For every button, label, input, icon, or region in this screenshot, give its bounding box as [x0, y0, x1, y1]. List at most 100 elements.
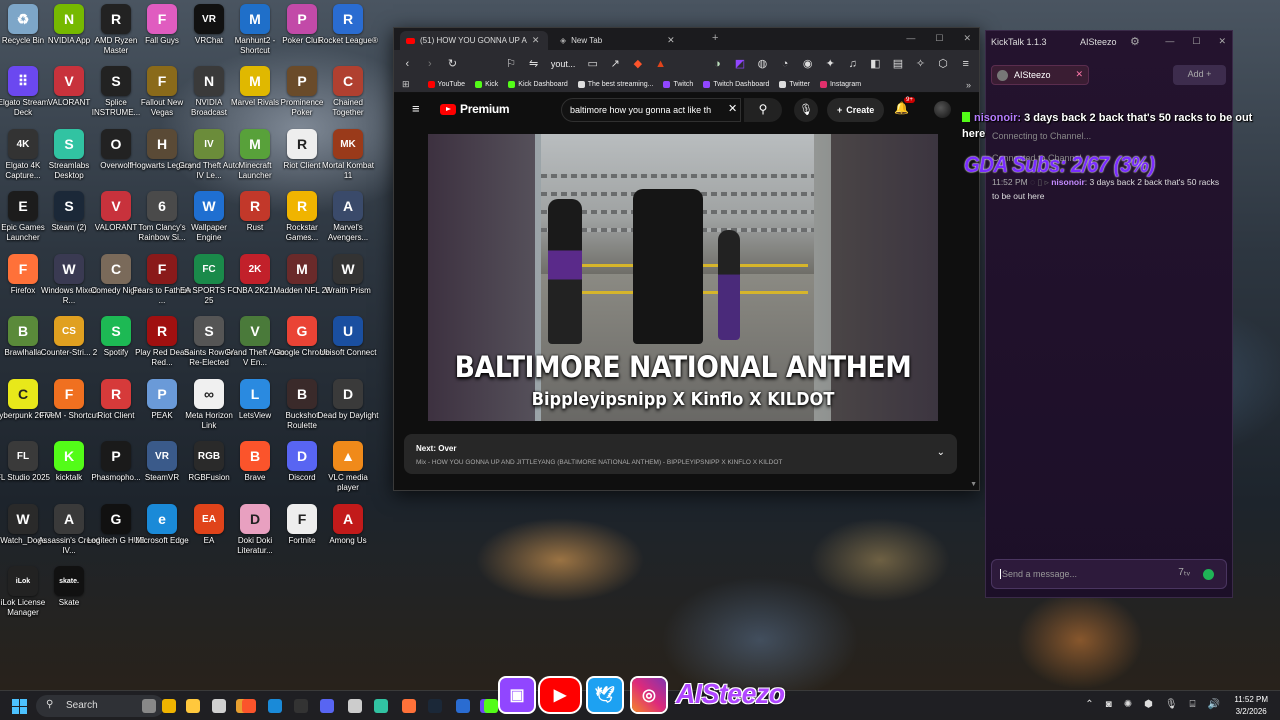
- channel-tab[interactable]: AISteezo ✕: [991, 65, 1089, 85]
- sidebar-icon[interactable]: ◧: [870, 57, 881, 70]
- taskbar-app-icon[interactable]: [348, 699, 362, 713]
- taskbar-app-icon[interactable]: [294, 699, 308, 713]
- bookmark-item[interactable]: The best streaming...: [577, 81, 653, 88]
- cast-icon[interactable]: ▭: [587, 57, 598, 70]
- bookmark-item[interactable]: Twitch Dashboard: [703, 81, 769, 88]
- taskbar-app-icon[interactable]: [162, 699, 176, 713]
- volume-icon[interactable]: 🔊: [1208, 699, 1220, 710]
- desktop-icon[interactable]: D Dead by Daylight: [317, 379, 379, 441]
- notifications-icon[interactable]: 🔔: [894, 101, 909, 115]
- video-player[interactable]: BALTIMORE NATIONAL ANTHEM Bippleyipsnipp…: [428, 134, 938, 421]
- extension-icon[interactable]: ◉: [802, 57, 813, 70]
- taskbar-app-icon[interactable]: [186, 699, 200, 713]
- close-tab-icon[interactable]: ✕: [532, 35, 540, 46]
- taskbar-app-icon[interactable]: [374, 699, 388, 713]
- taskbar-app-icon[interactable]: [212, 699, 226, 713]
- microphone-icon[interactable]: 🎙: [1165, 699, 1178, 710]
- badge-icons: ◌ ▯ ▹: [1030, 177, 1052, 187]
- taskbar-app-icon[interactable]: [484, 699, 498, 713]
- tab-youtube[interactable]: (51) HOW YOU GONNA UP A ✕: [400, 31, 548, 50]
- more-bookmarks-icon[interactable]: »: [966, 80, 971, 90]
- ai-icon[interactable]: ✧: [915, 57, 926, 70]
- menu-icon[interactable]: ≡: [960, 58, 971, 70]
- chevron-down-icon[interactable]: ⌄: [937, 447, 945, 458]
- extension-twitch-icon[interactable]: ◩: [735, 57, 746, 70]
- bookmark-item[interactable]: Twitter: [779, 81, 810, 88]
- bookmark-item[interactable]: Kick Dashboard: [508, 81, 568, 88]
- search-input[interactable]: baltimore how you gonna act like th: [561, 98, 741, 122]
- create-button[interactable]: + Create: [827, 98, 885, 122]
- search-button[interactable]: ⚲: [744, 98, 782, 122]
- apps-grid-icon[interactable]: ⊞: [402, 79, 410, 90]
- desktop-icon[interactable]: skate. Skate: [38, 566, 100, 628]
- youtube-logo[interactable]: Premium: [440, 102, 510, 116]
- voice-search-button[interactable]: 🎙: [794, 98, 818, 122]
- username[interactable]: AISteezo: [1080, 37, 1117, 47]
- avatar[interactable]: [934, 101, 951, 118]
- tray-app-icon[interactable]: ◙: [1106, 699, 1112, 710]
- taskbar-app-icon[interactable]: [142, 699, 156, 713]
- bookmark-item[interactable]: YouTube: [427, 81, 465, 88]
- back-icon[interactable]: ‹: [402, 58, 413, 70]
- rewards-icon[interactable]: ▲: [655, 58, 666, 70]
- clock[interactable]: 11:52 PM 3/2/2026: [1234, 694, 1268, 718]
- wallet-icon[interactable]: ▤: [893, 57, 904, 70]
- tray-app-icon[interactable]: ⬢: [1144, 699, 1153, 710]
- scroll-down-icon[interactable]: ▼: [970, 481, 977, 488]
- taskbar-app-icon[interactable]: [242, 699, 256, 713]
- tab-new-tab[interactable]: ◈ New Tab ✕: [554, 31, 704, 50]
- bookmark-item[interactable]: Instagram: [819, 81, 861, 88]
- clear-search-icon[interactable]: ✕: [728, 102, 737, 115]
- seven-tv-emote-icon[interactable]: 7ₜᵥ: [1178, 567, 1190, 578]
- windows-start-icon[interactable]: [12, 699, 27, 714]
- site-settings-icon[interactable]: ⇋: [528, 57, 539, 70]
- message-input[interactable]: Send a message... 7ₜᵥ: [991, 559, 1227, 589]
- minimize-icon[interactable]: —: [906, 33, 915, 44]
- close-window-icon[interactable]: ✕: [1218, 36, 1226, 47]
- taskbar-app-icon[interactable]: [320, 699, 334, 713]
- desktop-icon[interactable]: U Ubisoft Connect: [317, 316, 379, 378]
- reload-icon[interactable]: ↻: [447, 57, 458, 70]
- maximize-icon[interactable]: ☐: [1192, 36, 1200, 47]
- desktop-icon-label: Among Us: [329, 536, 367, 545]
- tray-app-icon[interactable]: ✺: [1124, 699, 1132, 710]
- chevron-up-icon[interactable]: ⌃: [1085, 699, 1093, 710]
- add-channel-button[interactable]: Add +: [1173, 65, 1226, 85]
- kick-emote-icon[interactable]: [1203, 569, 1214, 580]
- gear-icon[interactable]: ⚙: [1130, 35, 1140, 48]
- taskbar-app-icon[interactable]: [402, 699, 416, 713]
- maximize-icon[interactable]: ☐: [935, 33, 943, 44]
- desktop-icon[interactable]: R Rocket League®: [317, 4, 379, 66]
- address-bar[interactable]: yout...: [551, 59, 576, 69]
- bookmark-icon[interactable]: ⚐: [506, 57, 517, 70]
- extension-icon[interactable]: ◑: [712, 58, 723, 70]
- extension-icon[interactable]: ◍: [757, 57, 768, 70]
- desktop-icon[interactable]: MK Mortal Kombat 11: [317, 129, 379, 191]
- bookmark-item[interactable]: Kick: [475, 81, 498, 88]
- close-window-icon[interactable]: ✕: [963, 33, 971, 44]
- taskbar-app-icon[interactable]: [428, 699, 442, 713]
- puzzle-icon[interactable]: ✦: [825, 57, 836, 70]
- brave-shield-icon[interactable]: ◆: [633, 57, 644, 70]
- desktop-icon[interactable]: ▲ VLC media player: [317, 441, 379, 503]
- new-tab-icon[interactable]: +: [712, 32, 718, 44]
- minimize-icon[interactable]: —: [1165, 36, 1174, 47]
- menu-icon[interactable]: ≡: [412, 101, 420, 116]
- desktop-icon[interactable]: W Wraith Prism: [317, 254, 379, 316]
- message-user[interactable]: nisonoir: [1051, 177, 1085, 187]
- bookmark-item[interactable]: Twitch: [663, 81, 693, 88]
- network-icon[interactable]: ⌸: [1190, 699, 1196, 710]
- forward-icon[interactable]: ›: [425, 58, 436, 70]
- close-tab-icon[interactable]: ✕: [667, 35, 675, 46]
- extension-icon[interactable]: ◔: [780, 58, 791, 70]
- share-icon[interactable]: ↗: [610, 57, 621, 70]
- desktop-icon[interactable]: C Chained Together: [317, 66, 379, 128]
- vpn-icon[interactable]: ⬡: [938, 57, 949, 70]
- desktop-icon[interactable]: A Marvel's Avengers...: [317, 191, 379, 253]
- up-next-card[interactable]: Next: Over Mix - HOW YOU GONNA UP AND JI…: [404, 434, 957, 474]
- desktop-icon[interactable]: A Among Us: [317, 504, 379, 566]
- taskbar-app-icon[interactable]: [268, 699, 282, 713]
- close-icon[interactable]: ✕: [1075, 69, 1083, 80]
- taskbar-app-icon[interactable]: [456, 699, 470, 713]
- music-icon[interactable]: ♫: [848, 58, 859, 70]
